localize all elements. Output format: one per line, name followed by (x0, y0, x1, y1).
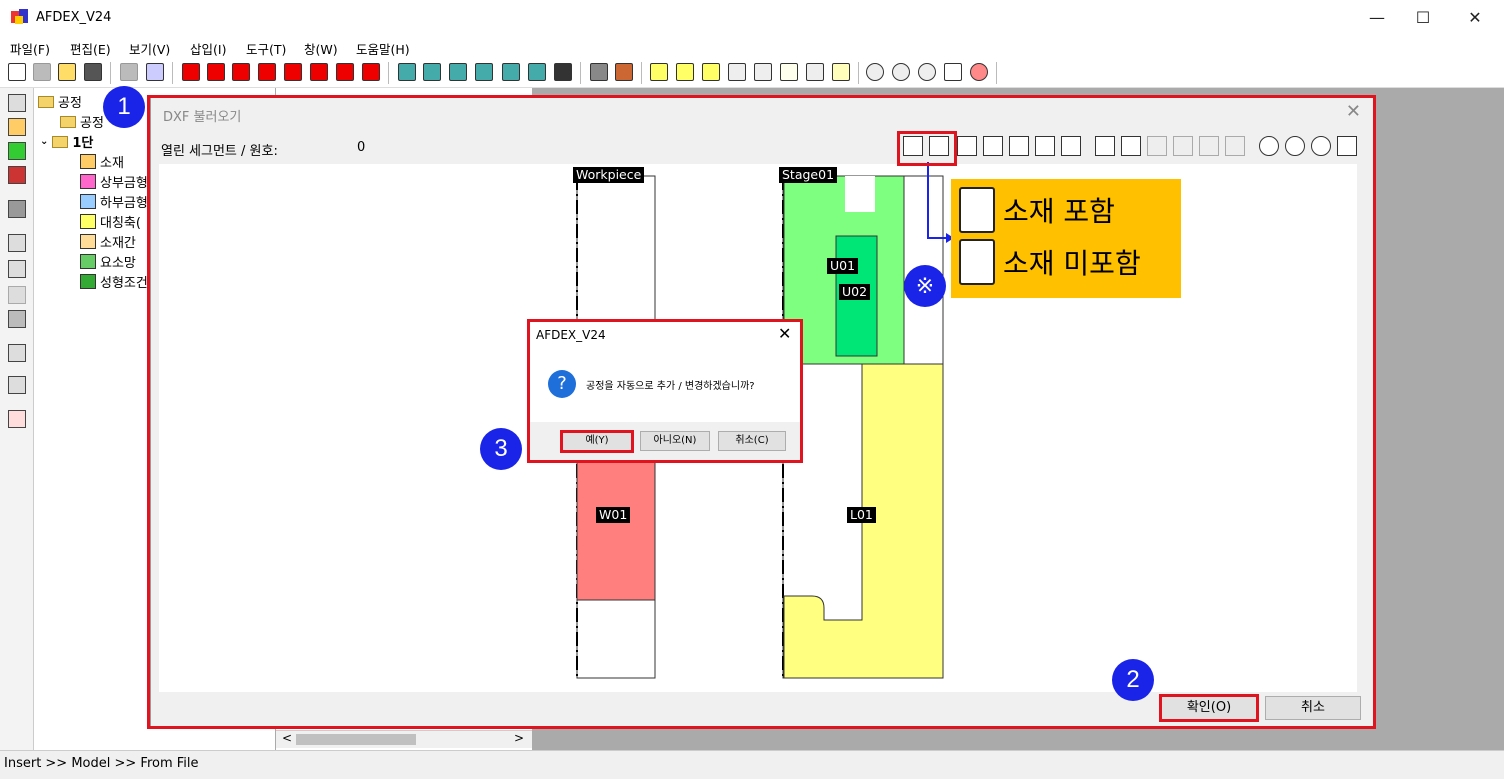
yes-button-highlight (560, 430, 634, 453)
ok-button-highlight (1159, 694, 1259, 722)
step-2-badge: 2 (1112, 659, 1154, 701)
step-3-badge: 3 (480, 428, 522, 470)
step-1-badge: 1 (103, 86, 145, 128)
material-icons-highlight (897, 131, 957, 166)
